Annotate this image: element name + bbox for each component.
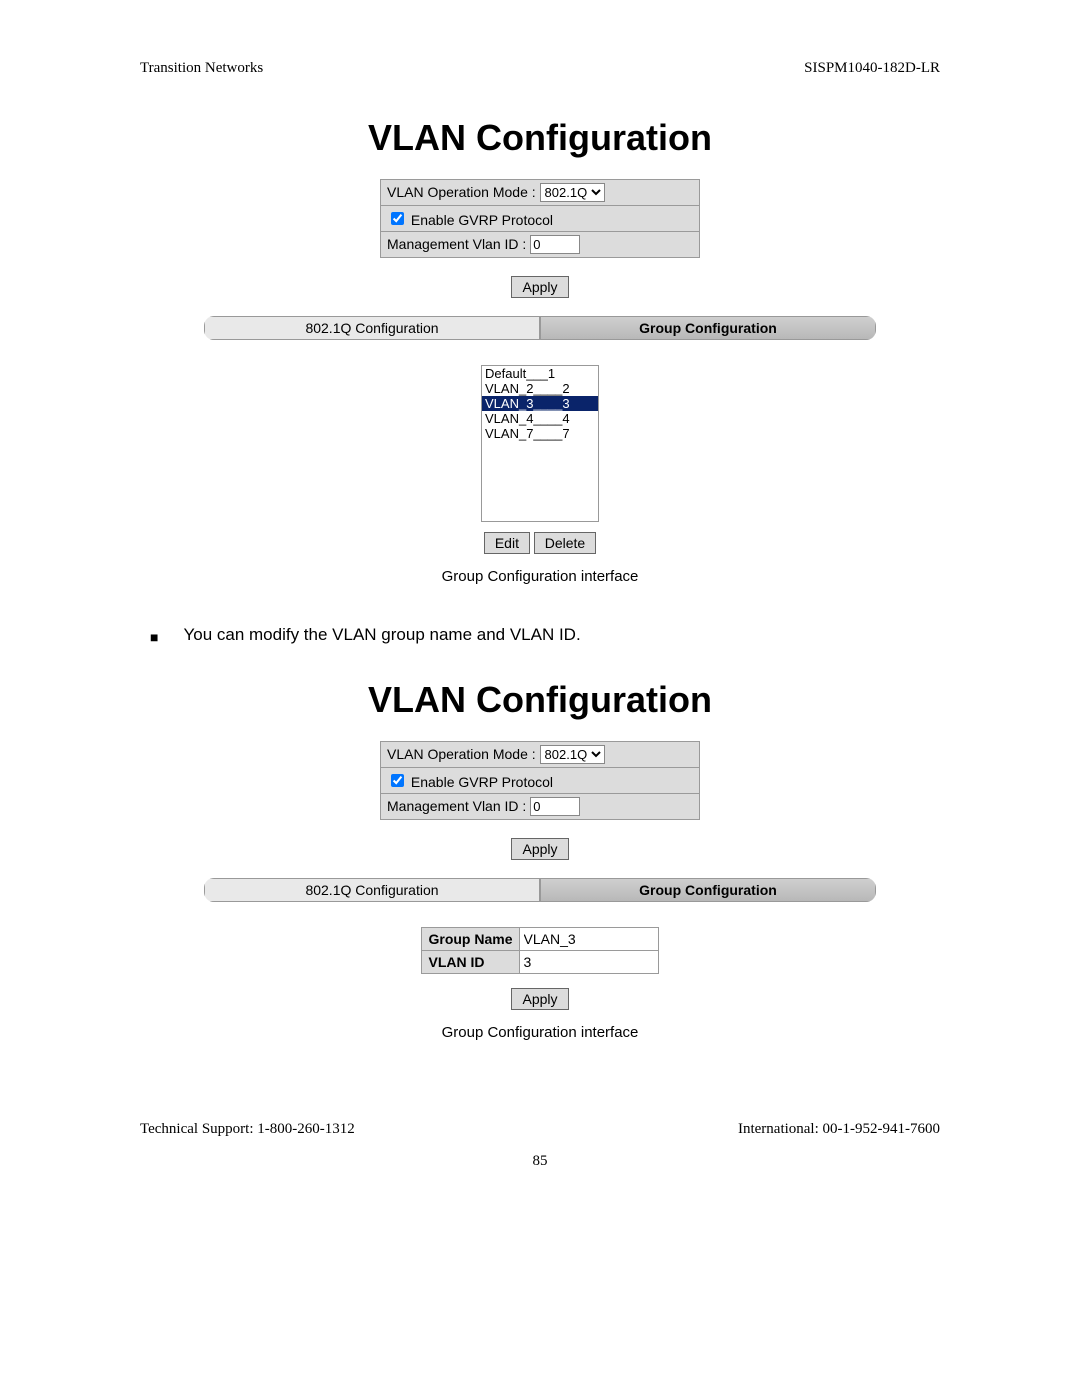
vlan-group-listbox[interactable]: Default___1 VLAN_2____2 VLAN_3____3 VLAN… xyxy=(481,365,599,522)
list-item-selected[interactable]: VLAN_3____3 xyxy=(482,396,598,411)
vlan-id-label: VLAN ID xyxy=(428,954,484,970)
group-name-input[interactable] xyxy=(520,928,658,950)
tab-8021q[interactable]: 802.1Q Configuration xyxy=(204,878,540,902)
gvrp-checkbox[interactable] xyxy=(391,774,404,787)
vlan-config-table: VLAN Operation Mode : 802.1Q Enable GVRP… xyxy=(380,741,700,820)
tab-group-config[interactable]: Group Configuration xyxy=(540,878,876,902)
group-edit-table: Group Name VLAN ID xyxy=(421,927,658,974)
list-item[interactable]: VLAN_2____2 xyxy=(482,381,598,396)
list-item[interactable]: VLAN_4____4 xyxy=(482,411,598,426)
group-name-label: Group Name xyxy=(428,931,512,947)
page-title: VLAN Configuration xyxy=(0,679,1080,721)
header-right: SISPM1040-182D-LR xyxy=(804,60,940,77)
vlan-mode-select[interactable]: 802.1Q xyxy=(540,183,605,202)
vlan-mode-label: VLAN Operation Mode : xyxy=(387,746,540,762)
gvrp-checkbox[interactable] xyxy=(391,212,404,225)
edit-button[interactable]: Edit xyxy=(484,532,530,554)
header-left: Transition Networks xyxy=(140,60,263,77)
apply-button[interactable]: Apply xyxy=(511,838,568,860)
apply-button[interactable]: Apply xyxy=(511,276,568,298)
delete-button[interactable]: Delete xyxy=(534,532,596,554)
config-tabs: 802.1Q Configuration Group Configuration xyxy=(204,878,876,902)
tab-8021q[interactable]: 802.1Q Configuration xyxy=(204,316,540,340)
list-item[interactable]: VLAN_7____7 xyxy=(482,426,598,441)
list-item[interactable]: Default___1 xyxy=(482,366,598,381)
bullet-icon: ■ xyxy=(150,625,158,649)
gvrp-label: Enable GVRP Protocol xyxy=(411,212,553,228)
page-number: 85 xyxy=(0,1153,1080,1170)
vlan-mode-select[interactable]: 802.1Q xyxy=(540,745,605,764)
footer-left: Technical Support: 1-800-260-1312 xyxy=(140,1121,355,1138)
apply-button[interactable]: Apply xyxy=(511,988,568,1010)
mgmt-vlan-label: Management Vlan ID : xyxy=(387,236,530,252)
vlan-config-table: VLAN Operation Mode : 802.1Q Enable GVRP… xyxy=(380,179,700,258)
bullet-text: You can modify the VLAN group name and V… xyxy=(183,625,580,649)
page-title: VLAN Configuration xyxy=(0,117,1080,159)
mgmt-vlan-input[interactable] xyxy=(530,235,580,254)
gvrp-label: Enable GVRP Protocol xyxy=(411,774,553,790)
mgmt-vlan-input[interactable] xyxy=(530,797,580,816)
tab-group-config[interactable]: Group Configuration xyxy=(540,316,876,340)
vlan-id-input[interactable] xyxy=(520,951,578,973)
footer-right: International: 00-1-952-941-7600 xyxy=(738,1121,940,1138)
mgmt-vlan-label: Management Vlan ID : xyxy=(387,798,530,814)
figure-caption: Group Configuration interface xyxy=(0,1024,1080,1041)
config-tabs: 802.1Q Configuration Group Configuration xyxy=(204,316,876,340)
vlan-mode-label: VLAN Operation Mode : xyxy=(387,184,540,200)
figure-caption: Group Configuration interface xyxy=(0,568,1080,585)
